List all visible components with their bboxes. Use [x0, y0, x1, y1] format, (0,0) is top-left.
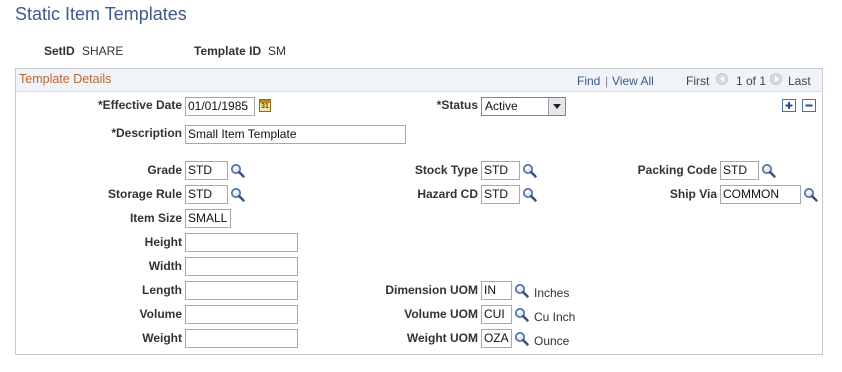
weight-label: Weight	[142, 331, 182, 345]
volume-uom-label: Volume UOM	[404, 307, 478, 321]
page-title: Static Item Templates	[15, 4, 187, 24]
status-value: Active	[485, 99, 518, 113]
stock-type-input[interactable]: STD	[481, 161, 520, 180]
add-row-button[interactable]	[782, 99, 796, 112]
panel-title: Template Details	[19, 72, 112, 86]
width-input[interactable]	[185, 257, 298, 276]
item-size-label: Item Size	[129, 211, 182, 225]
delete-row-button[interactable]	[802, 99, 816, 112]
item-size-input[interactable]: SMALL	[185, 209, 231, 228]
lookup-icon[interactable]	[514, 307, 529, 322]
prev-icon[interactable]	[716, 73, 728, 85]
last-label: Last	[788, 74, 811, 88]
description-label: *Description	[111, 126, 182, 140]
description-input[interactable]: Small Item Template	[185, 125, 406, 144]
storage-rule-label: Storage Rule	[107, 187, 182, 201]
weight-uom-label: Weight UOM	[406, 331, 478, 345]
grade-input[interactable]: STD	[185, 161, 228, 180]
storage-rule-input[interactable]: STD	[185, 185, 228, 204]
effective-date-input[interactable]: 01/01/1985	[185, 97, 255, 116]
weight-uom-input[interactable]: OZA	[481, 329, 512, 348]
lookup-icon[interactable]	[803, 187, 818, 202]
lookup-icon[interactable]	[230, 187, 245, 202]
template-id-label: Template ID	[194, 44, 262, 58]
volume-uom-input[interactable]: CUI	[481, 305, 512, 324]
lookup-icon[interactable]	[514, 331, 529, 346]
height-input[interactable]	[185, 233, 298, 252]
weight-unit: Ounce	[534, 334, 570, 348]
volume-input[interactable]	[185, 305, 298, 324]
nav-separator: |	[605, 74, 609, 88]
volume-label: Volume	[139, 307, 182, 321]
hazard-cd-label: Hazard CD	[417, 187, 478, 201]
dimension-unit: Inches	[534, 286, 570, 300]
find-link[interactable]: Find	[577, 74, 600, 88]
template-id-value: SM	[268, 44, 286, 58]
grade-label: Grade	[147, 163, 182, 177]
packing-code-input[interactable]: STD	[720, 161, 759, 180]
hazard-cd-input[interactable]: STD	[481, 185, 520, 204]
length-label: Length	[142, 283, 182, 297]
lookup-icon[interactable]	[230, 163, 245, 178]
effective-date-label: *Effective Date	[97, 98, 182, 112]
volume-unit: Cu Inch	[534, 310, 576, 324]
length-input[interactable]	[185, 281, 298, 300]
stock-type-label: Stock Type	[414, 163, 478, 177]
lookup-icon[interactable]	[522, 163, 537, 178]
height-label: Height	[144, 235, 182, 249]
dropdown-arrow-icon[interactable]	[548, 98, 565, 115]
setid-label: SetID	[44, 44, 75, 58]
first-label: First	[686, 74, 710, 88]
packing-code-label: Packing Code	[637, 163, 717, 177]
setid-value: SHARE	[82, 44, 124, 58]
width-label: Width	[148, 259, 182, 273]
dimension-uom-label: Dimension UOM	[385, 283, 478, 297]
view-all-link[interactable]: View All	[612, 74, 654, 88]
delete-row-icon	[805, 104, 813, 107]
next-icon[interactable]	[770, 73, 782, 85]
status-label: *Status	[436, 98, 478, 112]
add-row-icon	[785, 102, 793, 109]
weight-input[interactable]	[185, 329, 298, 348]
pager-text: 1 of 1	[736, 74, 767, 88]
ship-via-input[interactable]: COMMON	[720, 185, 801, 204]
lookup-icon[interactable]	[514, 283, 529, 298]
calendar-icon[interactable]: 31	[259, 99, 271, 112]
lookup-icon[interactable]	[522, 187, 537, 202]
status-select[interactable]: Active	[481, 97, 566, 116]
dimension-uom-input[interactable]: IN	[481, 281, 512, 300]
ship-via-label: Ship Via	[669, 187, 717, 201]
lookup-icon[interactable]	[761, 163, 776, 178]
